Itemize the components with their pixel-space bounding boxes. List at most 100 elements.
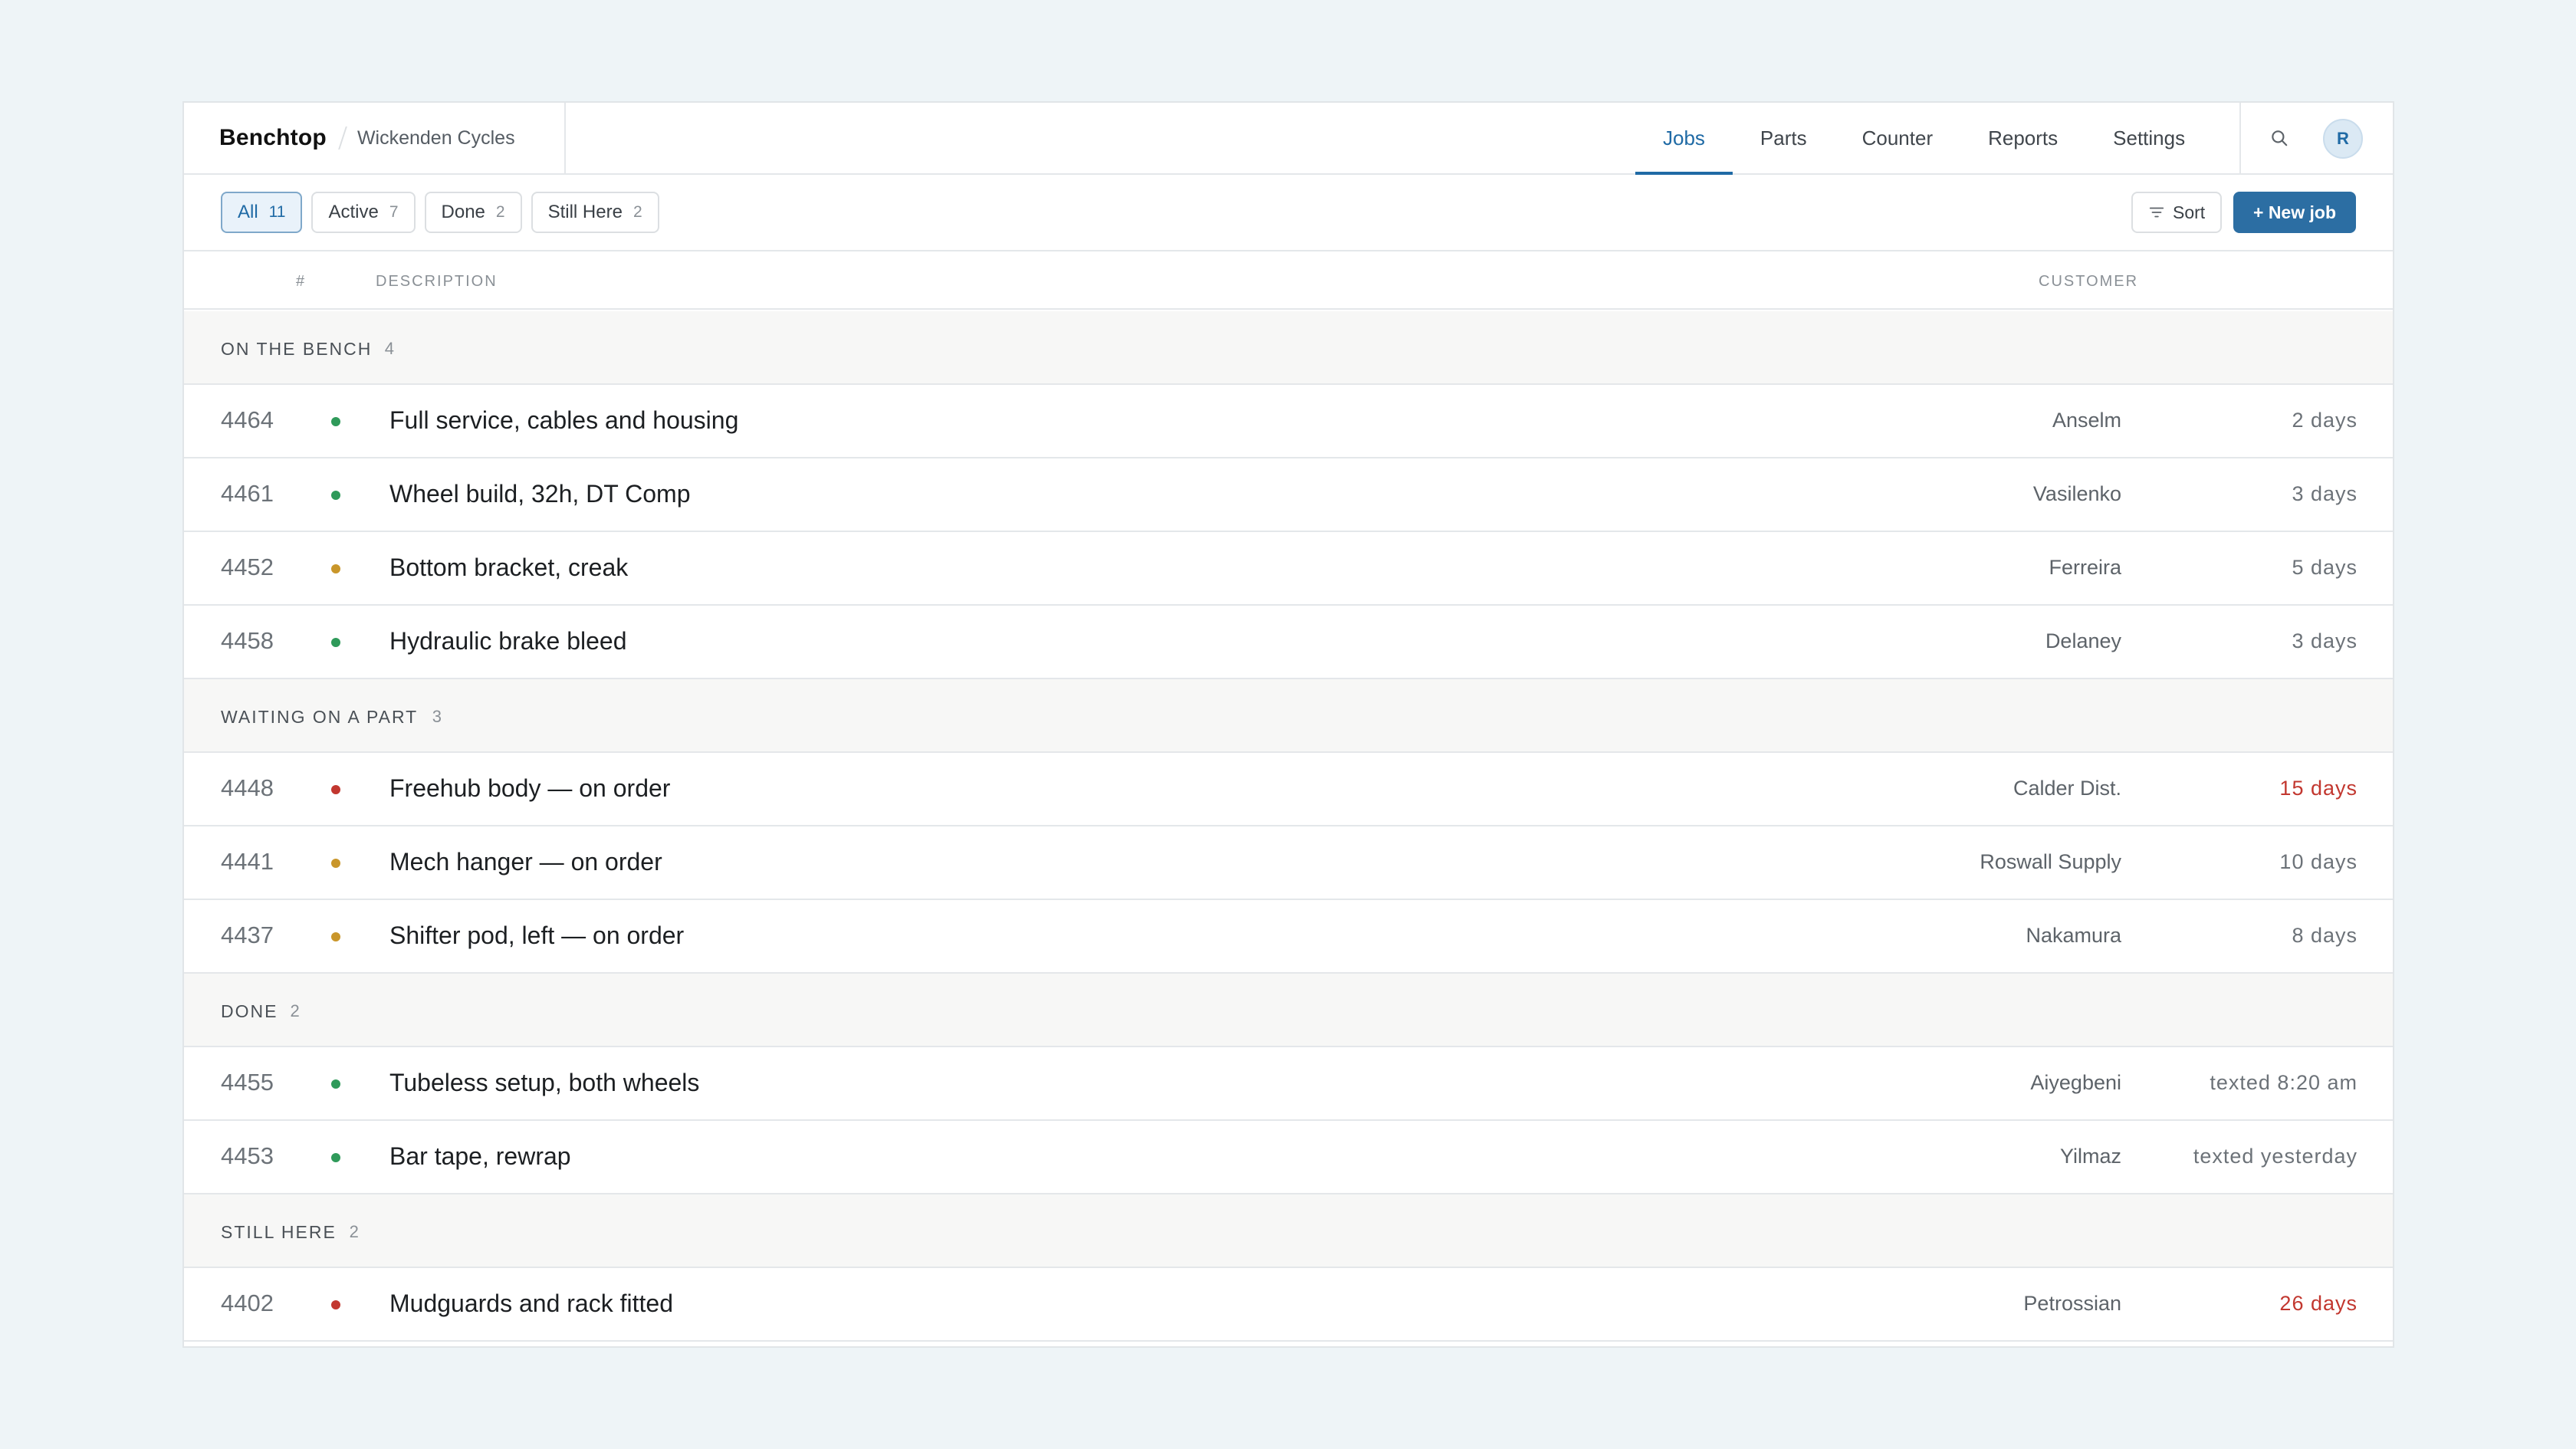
job-number: 4455 — [221, 1069, 274, 1096]
chip-label: Active — [328, 202, 379, 222]
job-age: 10 days — [2279, 850, 2358, 873]
table-row[interactable]: 4441 Mech hanger — on order Roswall Supply… — [184, 826, 2393, 900]
group-count: 4 — [384, 339, 395, 358]
customer-name: Petrossian — [2023, 1292, 2121, 1315]
job-list: ON THE BENCH 4 4464 Full service, cables an… — [184, 311, 2393, 1342]
main-nav: Jobs Parts Counter Reports Settings — [1635, 103, 2213, 175]
sort-button[interactable]: Sort — [2131, 192, 2223, 233]
group-header: STILL HERE 2 — [184, 1194, 2393, 1268]
group-count: 2 — [349, 1222, 359, 1241]
status-dot — [331, 1153, 340, 1162]
job-age: 2 days — [2292, 409, 2358, 432]
avatar[interactable]: R — [2323, 119, 2363, 159]
table-row[interactable]: 4453 Bar tape, rewrap Yilmaz texted yesterd… — [184, 1121, 2393, 1194]
divider — [564, 103, 566, 173]
tab-counter[interactable]: Counter — [1835, 103, 1961, 173]
chip-label: Done — [441, 202, 485, 222]
divider — [2239, 103, 2241, 173]
job-description: Bar tape, rewrap — [389, 1142, 571, 1170]
search-button[interactable] — [2262, 121, 2296, 155]
top-bar: Benchtop Wickenden Cycles Jobs Parts Count… — [184, 103, 2393, 175]
customer-name: Anselm — [2052, 409, 2121, 432]
filter-chip-all[interactable]: All 11 — [221, 192, 303, 233]
job-number: 4458 — [221, 627, 274, 654]
filter-chip-still-here[interactable]: Still Here 2 — [531, 192, 659, 233]
table-row[interactable]: 4402 Mudguards and rack fitted Petrossian 2… — [184, 1268, 2393, 1342]
filter-bar: All 11 Active 7 Done 2 Still Here 2 Sort + New … — [184, 175, 2393, 251]
job-number: 4437 — [221, 922, 274, 948]
chip-label: Still Here — [547, 202, 623, 222]
table-row[interactable]: 4452 Bottom bracket, creak Ferreira 5 days — [184, 532, 2393, 606]
group-header: WAITING ON A PART 3 — [184, 679, 2393, 753]
status-dot — [331, 1079, 340, 1089]
job-number: 4452 — [221, 554, 274, 580]
customer-name: Roswall Supply — [1980, 850, 2121, 873]
filter-chip-active[interactable]: Active 7 — [311, 192, 416, 233]
job-description: Wheel build, 32h, DT Comp — [389, 480, 691, 508]
group-count: 3 — [432, 707, 442, 726]
group-label: STILL HERE — [221, 1222, 337, 1242]
job-age: 5 days — [2292, 556, 2358, 579]
customer-name: Aiyegbeni — [2030, 1071, 2121, 1094]
job-description: Shifter pod, left — on order — [389, 922, 685, 949]
table-row[interactable]: 4458 Hydraulic brake bleed Delaney 3 days — [184, 606, 2393, 679]
job-description: Full service, cables and housing — [389, 406, 739, 434]
table-row[interactable]: 4455 Tubeless setup, both wheels Aiyegbeni… — [184, 1047, 2393, 1121]
group-label: ON THE BENCH — [221, 339, 373, 359]
tab-settings[interactable]: Settings — [2085, 103, 2213, 173]
search-icon — [2272, 130, 2288, 146]
tab-jobs[interactable]: Jobs — [1635, 103, 1733, 175]
sort-icon — [2149, 207, 2164, 218]
job-description: Mech hanger — on order — [389, 848, 662, 876]
tab-parts[interactable]: Parts — [1733, 103, 1835, 173]
customer-name: Delaney — [2045, 629, 2121, 652]
job-description: Tubeless setup, both wheels — [389, 1069, 700, 1096]
group-label: WAITING ON A PART — [221, 707, 419, 727]
job-description: Hydraulic brake bleed — [389, 627, 627, 655]
job-age: texted 8:20 am — [2210, 1071, 2358, 1094]
group-count: 2 — [290, 1001, 300, 1020]
job-age: texted yesterday — [2193, 1145, 2358, 1168]
app-name: Benchtop — [219, 125, 327, 150]
group-label: DONE — [221, 1001, 278, 1021]
customer-name: Yilmaz — [2059, 1145, 2121, 1168]
tab-reports[interactable]: Reports — [1960, 103, 2085, 173]
job-age: 15 days — [2279, 777, 2358, 800]
chip-count: 11 — [268, 203, 286, 221]
customer-name: Vasilenko — [2032, 482, 2121, 505]
sort-label: Sort — [2173, 202, 2206, 222]
table-row[interactable]: 4437 Shifter pod, left — on order Nakamura… — [184, 900, 2393, 974]
job-number: 4464 — [221, 406, 274, 433]
job-number: 4441 — [221, 848, 274, 875]
brand: Benchtop Wickenden Cycles — [219, 103, 515, 173]
chip-label: All — [238, 202, 258, 222]
brand-separator — [338, 127, 347, 150]
job-age: 26 days — [2279, 1292, 2358, 1315]
job-age: 3 days — [2292, 482, 2358, 505]
job-age: 3 days — [2292, 629, 2358, 652]
chip-count: 7 — [389, 203, 399, 221]
status-dot — [331, 785, 340, 794]
status-dot — [331, 1300, 340, 1309]
customer-name: Ferreira — [2049, 556, 2121, 579]
table-row[interactable]: 4464 Full service, cables and housing Anse… — [184, 385, 2393, 458]
table-row[interactable]: 4448 Freehub body — on order Calder Dist. 1… — [184, 753, 2393, 826]
col-description: DESCRIPTION — [376, 273, 498, 290]
col-customer: CUSTOMER — [2039, 273, 2139, 290]
filter-chips: All 11 Active 7 Done 2 Still Here 2 — [221, 192, 659, 233]
job-number: 4448 — [221, 774, 274, 801]
status-dot — [331, 417, 340, 426]
job-description: Mudguards and rack fitted — [389, 1290, 673, 1317]
job-description: Freehub body — on order — [389, 774, 671, 802]
filter-chip-done[interactable]: Done 2 — [424, 192, 522, 233]
status-dot — [331, 564, 340, 573]
table-row[interactable]: 4461 Wheel build, 32h, DT Comp Vasilenko 3 … — [184, 458, 2393, 532]
shop-name: Wickenden Cycles — [356, 127, 515, 149]
job-number: 4461 — [221, 480, 274, 507]
group-header: ON THE BENCH 4 — [184, 311, 2393, 385]
new-job-button[interactable]: + New job — [2233, 192, 2356, 233]
jobs-panel: Benchtop Wickenden Cycles Jobs Parts Count… — [182, 101, 2394, 1348]
status-dot — [331, 638, 340, 647]
table-header: # DESCRIPTION CUSTOMER — [184, 253, 2393, 310]
customer-name: Nakamura — [2026, 924, 2121, 947]
